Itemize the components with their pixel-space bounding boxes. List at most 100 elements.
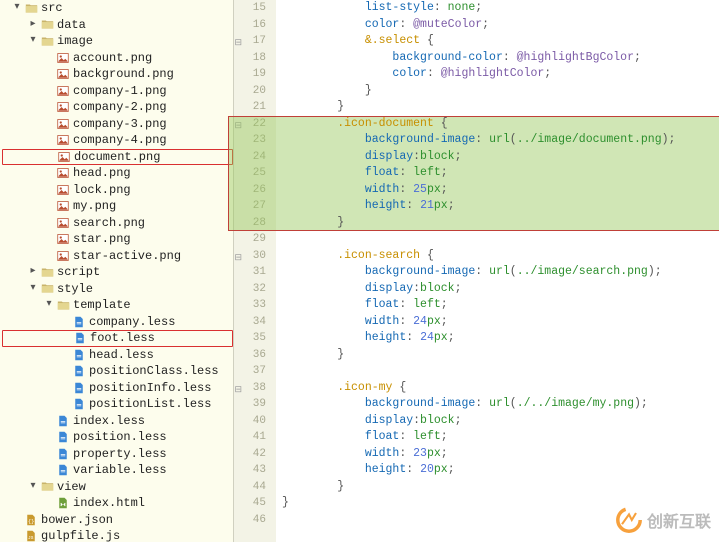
line-number: 29 [234, 231, 266, 248]
code-line[interactable]: float: left; [282, 429, 719, 446]
code-line[interactable]: height: 20px; [282, 462, 719, 479]
token-punc [420, 249, 427, 262]
tree-item-variable-less[interactable]: variable.less [2, 462, 233, 479]
tree-item-image[interactable]: ▾image [2, 33, 233, 50]
tree-item-head-png[interactable]: head.png [2, 165, 233, 182]
token-num: 24 [420, 331, 434, 344]
chevron-down-icon[interactable]: ▾ [10, 0, 24, 17]
token-punc: : [475, 133, 489, 146]
tree-item-company-4-png[interactable]: company-4.png [2, 132, 233, 149]
token-punc: ) [662, 133, 669, 146]
code-line[interactable]: background-image: url(./../image/my.png)… [282, 396, 719, 413]
tree-item-template[interactable]: ▾template [2, 297, 233, 314]
image-icon [56, 133, 70, 147]
tree-item-label: company.less [88, 314, 175, 331]
token-punc: ; [448, 463, 455, 476]
tree-item-gulpfile-js[interactable]: JSgulpfile.js [2, 528, 233, 542]
tree-item-background-png[interactable]: background.png [2, 66, 233, 83]
code-area[interactable]: list-style: none; color: @muteColor; &.s… [276, 0, 719, 542]
code-line[interactable]: float: left; [282, 297, 719, 314]
tree-item-script[interactable]: ▸script [2, 264, 233, 281]
chevron-down-icon[interactable]: ▾ [26, 33, 40, 50]
code-editor[interactable]: 1516⊟1718192021⊟2223242526272829⊟3031323… [234, 0, 719, 542]
code-line[interactable]: } [282, 479, 719, 496]
code-line[interactable]: width: 24px; [282, 314, 719, 331]
tree-item-label: property.less [72, 446, 167, 463]
line-number: 16 [234, 17, 266, 34]
tree-item-position-less[interactable]: position.less [2, 429, 233, 446]
tree-item-label: lock.png [72, 182, 131, 199]
tree-item-search-png[interactable]: search.png [2, 215, 233, 232]
code-line[interactable]: height: 24px; [282, 330, 719, 347]
code-line[interactable]: color: @muteColor; [282, 17, 719, 34]
tree-item-label: src [40, 0, 63, 17]
token-val: left [413, 166, 441, 179]
tree-item-data[interactable]: ▸ data [2, 17, 233, 34]
tree-item-star-active-png[interactable]: star-active.png [2, 248, 233, 265]
tree-item-index-html[interactable]: index.html [2, 495, 233, 512]
code-line[interactable]: background-color: @highlightBgColor; [282, 50, 719, 67]
code-line[interactable] [282, 363, 719, 380]
token-punc: ( [510, 265, 517, 278]
tree-item-company-less[interactable]: company.less [2, 314, 233, 331]
code-line[interactable]: } [282, 83, 719, 100]
tree-item-company-3-png[interactable]: company-3.png [2, 116, 233, 133]
tree-item-account-png[interactable]: account.png [2, 50, 233, 67]
code-line[interactable]: list-style: none; [282, 0, 719, 17]
tree-item-label: data [56, 17, 86, 34]
token-num: 20 [420, 463, 434, 476]
code-line[interactable]: background-image: url(../image/search.pn… [282, 264, 719, 281]
fold-icon[interactable]: ⊟ [232, 382, 242, 399]
token-var: @muteColor [413, 18, 482, 31]
tree-item-positionList-less[interactable]: positionList.less [2, 396, 233, 413]
tree-item-src[interactable]: ▾ src [2, 0, 233, 17]
chevron-down-icon[interactable]: ▾ [26, 281, 40, 298]
token-key: width [365, 447, 400, 460]
tree-item-company-1-png[interactable]: company-1.png [2, 83, 233, 100]
tree-item-my-png[interactable]: my.png [2, 198, 233, 215]
token-num: 21 [420, 199, 434, 212]
tree-item-view[interactable]: ▾ view [2, 479, 233, 496]
tree-item-head-less[interactable]: head.less [2, 347, 233, 364]
token-key: color [365, 18, 400, 31]
code-line[interactable]: display:block; [282, 281, 719, 298]
code-line[interactable]: color: @highlightColor; [282, 66, 719, 83]
tree-item-foot-less[interactable]: foot.less [2, 330, 233, 347]
tree-item-style[interactable]: ▾style [2, 281, 233, 298]
chevron-down-icon[interactable]: ▾ [42, 297, 56, 314]
token-punc: ( [510, 397, 517, 410]
tree-item-document-png[interactable]: document.png [2, 149, 233, 166]
code-line[interactable] [282, 231, 719, 248]
fold-icon[interactable]: ⊟ [232, 250, 242, 267]
code-line[interactable]: } [282, 99, 719, 116]
code-line[interactable] [282, 512, 719, 529]
tree-item-index-less[interactable]: index.less [2, 413, 233, 430]
code-line[interactable]: .icon-my { [282, 380, 719, 397]
line-number: 44 [234, 479, 266, 496]
code-line[interactable]: &.select { [282, 33, 719, 50]
token-sel: .icon-my [337, 381, 392, 394]
token-brace: } [337, 216, 344, 229]
code-line[interactable]: width: 23px; [282, 446, 719, 463]
tree-item-bower-json[interactable]: {}bower.json [2, 512, 233, 529]
tree-item-label: view [56, 479, 86, 496]
token-key: color [392, 67, 427, 80]
tree-item-lock-png[interactable]: lock.png [2, 182, 233, 199]
chevron-right-icon[interactable]: ▸ [26, 17, 40, 34]
token-punc: ; [544, 67, 551, 80]
chevron-down-icon[interactable]: ▾ [26, 479, 40, 496]
code-line[interactable]: } [282, 347, 719, 364]
file-tree[interactable]: ▾src▸data▾imageaccount.pngbackground.png… [0, 0, 234, 542]
tree-item-positionInfo-less[interactable]: positionInfo.less [2, 380, 233, 397]
tree-item-property-less[interactable]: property.less [2, 446, 233, 463]
chevron-right-icon[interactable]: ▸ [26, 264, 40, 281]
token-brace: { [399, 381, 406, 394]
tree-item-star-png[interactable]: star.png [2, 231, 233, 248]
tree-item-company-2-png[interactable]: company-2.png [2, 99, 233, 116]
token-var: @highlightColor [441, 67, 545, 80]
code-line[interactable]: display:block; [282, 413, 719, 430]
tree-item-positionClass-less[interactable]: positionClass.less [2, 363, 233, 380]
code-line[interactable]: } [282, 495, 719, 512]
code-line[interactable]: .icon-search { [282, 248, 719, 265]
fold-icon[interactable]: ⊟ [232, 35, 242, 52]
